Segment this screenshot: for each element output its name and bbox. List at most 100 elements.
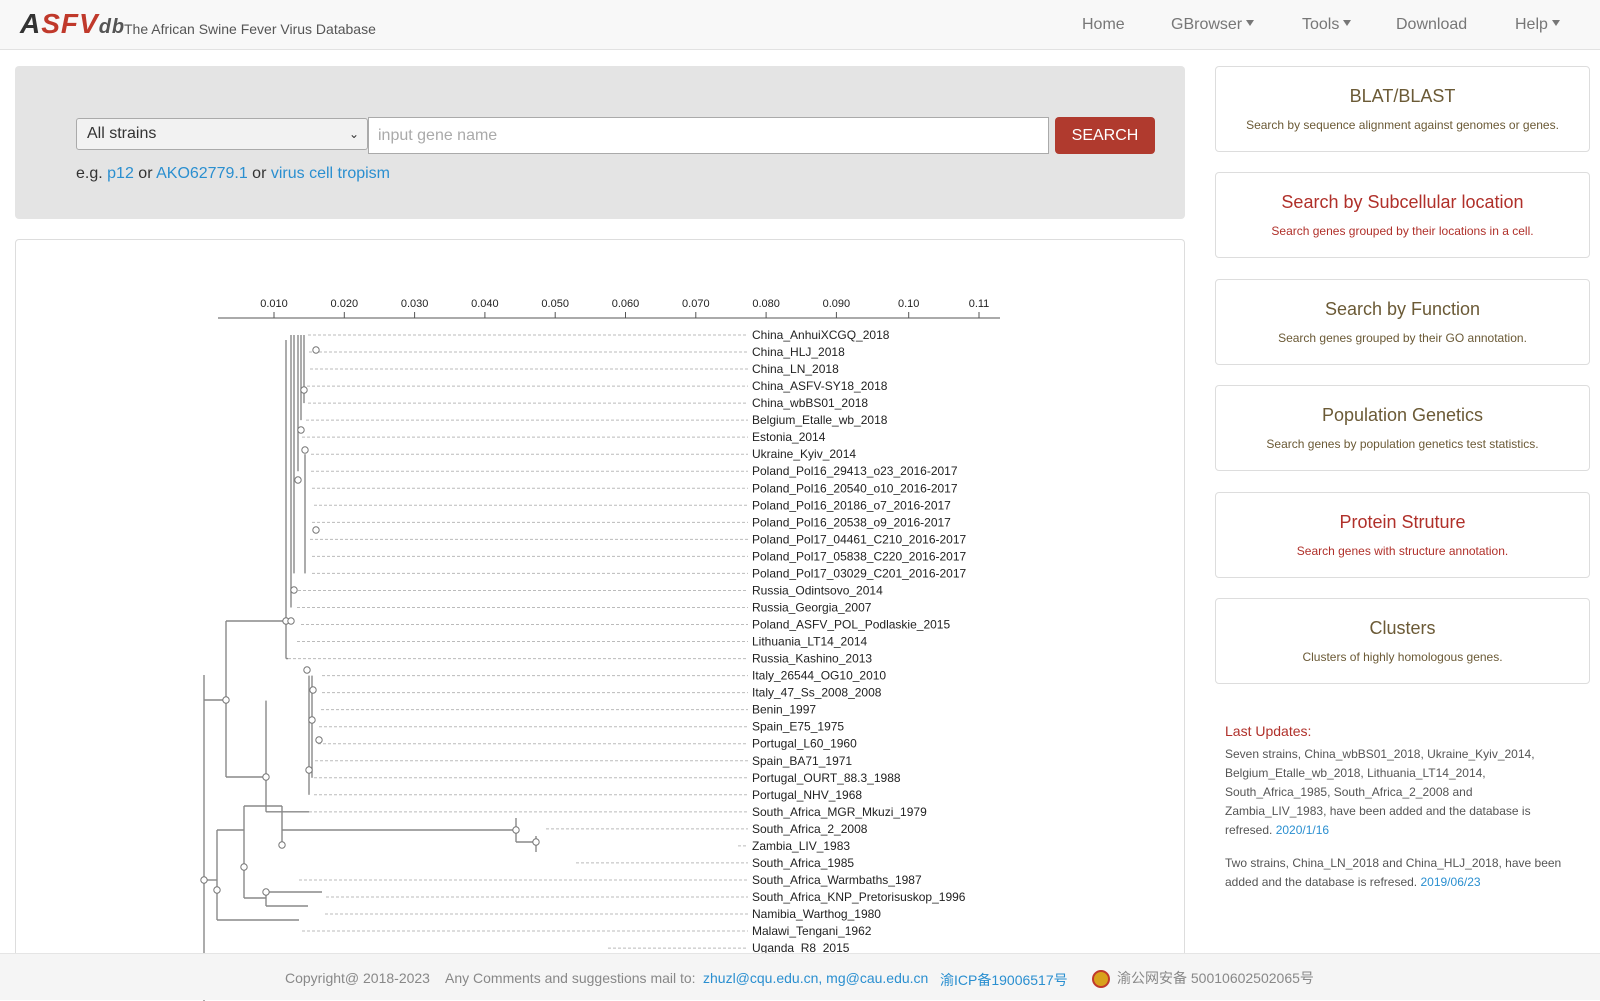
search-examples: e.g. p12 or AKO62779.1 or virus cell tro… [76, 165, 390, 182]
search-button[interactable]: SEARCH [1055, 117, 1155, 154]
tree-leaf-label: Poland_Pol17_05838_C220_2016-2017 [752, 549, 967, 563]
navbar: ASFVdb The African Swine Fever Virus Dat… [0, 0, 1600, 50]
tree-leaf-label: Russia_Georgia_2007 [752, 600, 872, 614]
tree-node [213, 886, 221, 894]
tree-node [532, 838, 540, 846]
tree-node [300, 386, 308, 394]
tree-leaf-label: Malawi_Tengani_1962 [752, 924, 872, 938]
nav-gbrowser[interactable]: GBrowser [1171, 16, 1255, 34]
tree-node [303, 666, 311, 674]
tree-axis-tick-label: 0.080 [752, 298, 780, 310]
update-date: 2020/1/16 [1275, 823, 1330, 837]
footer-comments: Any Comments and suggestions mail to: [445, 970, 696, 986]
tree-leaf-label: South_Africa_Warmbaths_1987 [752, 873, 922, 887]
tree-leaf-label: Poland_Pol16_20186_o7_2016-2017 [752, 498, 951, 512]
tree-node [312, 526, 320, 534]
nav-tools[interactable]: Tools [1302, 16, 1352, 34]
tree-node [287, 617, 295, 625]
tree-node [512, 826, 520, 834]
card-clusters[interactable]: Clusters Clusters of highly homologous g… [1215, 598, 1590, 684]
nav-download[interactable]: Download [1396, 16, 1467, 34]
tree-leaf-label: Italy_26544_OG10_2010 [752, 669, 886, 683]
tree-leaf-label: Poland_Pol16_20540_o10_2016-2017 [752, 481, 958, 495]
site-logo[interactable]: ASFVdb [20, 8, 125, 40]
update-date: 2019/06/23 [1420, 875, 1481, 889]
tree-axis-tick-label: 0.040 [471, 298, 499, 310]
example-link-ako62779[interactable]: AKO62779.1 [156, 165, 248, 182]
card-subcellular-location[interactable]: Search by Subcellular location Search ge… [1215, 172, 1590, 258]
tree-leaf-label: Poland_Pol16_29413_o23_2016-2017 [752, 464, 958, 478]
tree-node [262, 773, 270, 781]
tree-leaf-label: Namibia_Warthog_1980 [752, 907, 881, 921]
tree-leaf-label: Poland_Pol17_04461_C210_2016-2017 [752, 532, 967, 546]
tree-axis-tick-label: 0.020 [331, 298, 359, 310]
phylogenetic-tree-panel: 0.010 0.020 0.030 0.040 0.050 0.060 0.070 0.080… [15, 239, 1185, 1001]
tree-leaf-label: Spain_BA71_1971 [752, 754, 852, 768]
tree-leaf-label: Lithuania_LT14_2014 [752, 635, 868, 649]
tree-leaf-label: Portugal_L60_1960 [752, 737, 857, 751]
site-subtitle: The African Swine Fever Virus Database [124, 21, 376, 37]
tree-axis-tick-label: 0.090 [823, 298, 851, 310]
tree-leaf-label: Portugal_OURT_88.3_1988 [752, 771, 901, 785]
tree-node [294, 476, 302, 484]
gene-search-input[interactable]: input gene name [368, 117, 1049, 154]
footer-icp-link[interactable]: 渝ICP备19006517号 [940, 970, 1068, 990]
tree-axis-tick-label: 0.10 [898, 298, 919, 310]
tree-leaf-label: South_Africa_MGR_Mkuzi_1979 [752, 805, 927, 819]
tree-leaf-label: Belgium_Etalle_wb_2018 [752, 413, 888, 427]
search-panel: All strains ⌄ input gene name SEARCH e.g… [15, 66, 1185, 219]
card-population-genetics[interactable]: Population Genetics Search genes by popu… [1215, 385, 1590, 471]
chevron-down-icon: ⌄ [348, 127, 359, 141]
tree-leaf-label: Zambia_LIV_1983 [752, 839, 850, 853]
caret-down-icon [1551, 20, 1560, 26]
nav-home[interactable]: Home [1082, 16, 1125, 34]
tree-leaf-label: Poland_Pol17_03029_C201_2016-2017 [752, 566, 967, 580]
tree-node [290, 586, 298, 594]
phylogenetic-tree: 0.010 0.020 0.030 0.040 0.050 0.060 0.070 0.080… [200, 298, 1000, 1001]
tree-node [262, 888, 270, 896]
example-link-virus-cell-tropism[interactable]: virus cell tropism [271, 165, 390, 182]
tree-axis-tick-label: 0.010 [260, 298, 288, 310]
strain-select[interactable]: All strains ⌄ [76, 118, 368, 150]
card-protein-structure[interactable]: Protein Struture Search genes with struc… [1215, 492, 1590, 578]
example-link-p12[interactable]: p12 [107, 165, 134, 182]
tree-axis-tick-label: 0.11 [969, 298, 990, 310]
tree-leaf-label: Poland_ASFV_POL_Podlaskie_2015 [752, 618, 950, 632]
card-function[interactable]: Search by Function Search genes grouped … [1215, 279, 1590, 365]
footer-emails[interactable]: zhuzl@cqu.edu.cn, mg@cau.edu.cn [703, 970, 928, 986]
tree-leaf-label: Spain_E75_1975 [752, 720, 844, 734]
tree-node [301, 446, 309, 454]
nav-help[interactable]: Help [1515, 16, 1560, 34]
tree-leaf-label: Poland_Pol16_20538_o9_2016-2017 [752, 515, 951, 529]
tree-axis-tick-label: 0.050 [541, 298, 569, 310]
tree-leaf-label: Russia_Odintsovo_2014 [752, 583, 883, 597]
tree-leaf-label: Benin_1997 [752, 703, 816, 717]
tree-node [309, 686, 317, 694]
tree-leaf-label: South_Africa_2_2008 [752, 822, 868, 836]
caret-down-icon [1246, 20, 1255, 26]
last-updates: Last Updates: Seven strains, China_wbBS0… [1225, 722, 1563, 906]
tree-node [222, 696, 230, 704]
footer-copyright: Copyright@ 2018-2023 [285, 970, 430, 986]
footer-police-record[interactable]: 渝公网安备 50010602502065号 [1117, 968, 1314, 988]
footer: Copyright@ 2018-2023 Any Comments and su… [0, 953, 1600, 1000]
tree-leaf-label: China_LN_2018 [752, 362, 839, 376]
tree-axis-tick-label: 0.060 [612, 298, 640, 310]
tree-leaf-label: China_ASFV-SY18_2018 [752, 379, 888, 393]
tree-leaf-label: Estonia_2014 [752, 430, 826, 444]
tree-leaf-label: China_HLJ_2018 [752, 345, 845, 359]
tree-leaf-label: Portugal_NHV_1968 [752, 788, 862, 802]
tree-node [315, 736, 323, 744]
tree-node [305, 766, 313, 774]
tree-node [308, 716, 316, 724]
tree-leaf-label: South_Africa_1985 [752, 856, 854, 870]
update-item: Two strains, China_LN_2018 and China_HLJ… [1225, 856, 1562, 889]
tree-leaf-label: Italy_47_Ss_2008_2008 [752, 686, 882, 700]
update-item: Seven strains, China_wbBS01_2018, Ukrain… [1225, 747, 1535, 837]
tree-axis-tick-label: 0.030 [401, 298, 429, 310]
tree-leaf-label: China_AnhuiXCGQ_2018 [752, 328, 890, 342]
police-badge-icon [1092, 970, 1110, 988]
updates-title: Last Updates: [1225, 723, 1312, 739]
card-blat-blast[interactable]: BLAT/BLAST Search by sequence alignment … [1215, 66, 1590, 152]
caret-down-icon [1343, 20, 1352, 26]
